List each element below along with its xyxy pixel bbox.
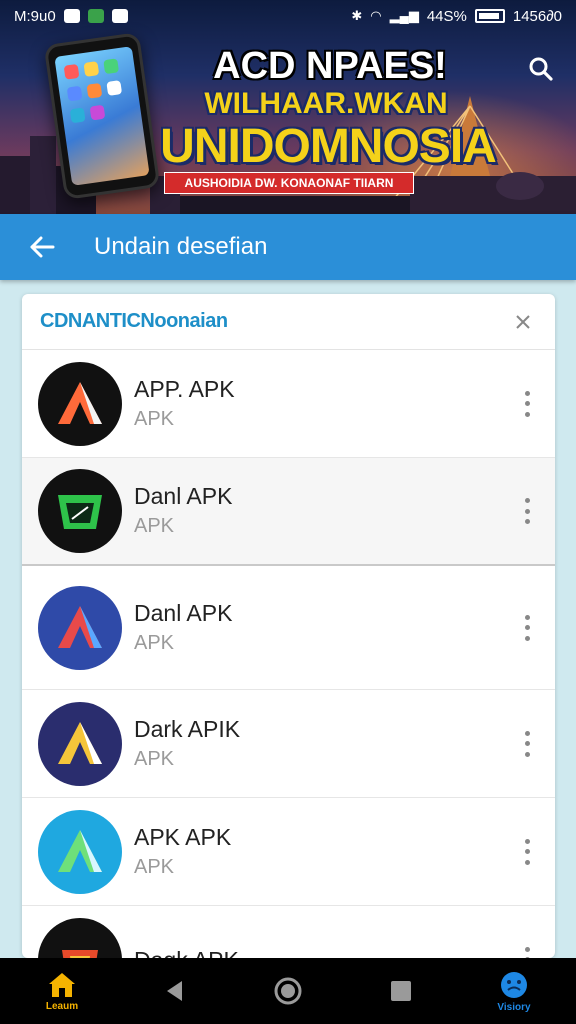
app-notification-icon [87,9,104,23]
list-item[interactable]: Dark APIK APK [22,690,555,798]
search-icon [529,57,553,81]
message-icon [111,9,128,23]
nav-recents-button[interactable] [365,961,437,1021]
more-options-button[interactable] [521,614,533,641]
wifi-icon: ◠ [370,8,382,23]
more-options-button[interactable] [521,946,533,958]
banner-main-text: UNIDOMNOSIA [160,120,497,173]
app-subtitle: APK [134,855,175,878]
battery-percent: 44S% [426,7,467,25]
back-button[interactable] [24,229,60,265]
signal-icon: ▂▄▆ [389,8,419,23]
nav-right-button[interactable]: Visiory [478,961,550,1021]
emoji-face-icon [501,971,527,998]
app-list-card: CDNANTICNoonaian APP. APK APK Danl APK A… [22,294,555,958]
list-item[interactable]: Danl APK APK [22,566,555,690]
app-subtitle: APK [134,515,175,537]
recents-square-icon [391,981,411,1001]
list-item[interactable]: Danl APK APK [22,458,555,566]
page-title: Undain desefian [94,233,268,260]
promo-banner[interactable]: M:9u0 ✱ ◠ ▂▄▆ 44S% 1456∂0 ACD NPAES! WIL… [0,0,576,216]
app-name: APP. APK [134,375,235,402]
status-time: M:9u0 [14,7,56,25]
app-name: Dark APIK [134,715,241,742]
more-options-button[interactable] [521,498,533,524]
nav-home-button[interactable]: Leaum [26,961,98,1021]
close-button[interactable] [511,310,535,334]
banner-headline: ACD NPAES! [213,45,447,87]
nav-right-label: Visiory [497,1001,531,1013]
app-name: Danl APK [134,483,233,509]
close-icon [516,314,530,329]
card-header: CDNANTICNoonaian [22,294,555,350]
home-icon [49,972,75,997]
phone-illustration [43,32,161,200]
back-triangle-icon [167,981,182,1001]
app-bar: Undain desefian [0,214,576,280]
battery-icon [474,9,505,23]
app-logo-icon [38,585,122,670]
app-logo-icon [38,917,122,958]
nav-home-circle-button[interactable] [252,961,324,1021]
app-subtitle: APK [134,407,175,430]
app-subtitle: APK [134,631,175,654]
app-logo-icon [38,701,122,786]
app-name: Danl APK [134,599,233,626]
more-options-button[interactable] [521,838,533,865]
bottom-navigation-bar: Leaum Visiory [0,958,576,1024]
notification-icon [63,9,80,23]
app-subtitle: APK [134,747,175,770]
search-button[interactable] [524,52,558,86]
more-options-button[interactable] [521,390,533,417]
status-clock: 1456∂0 [512,7,562,25]
bluetooth-icon: ✱ [351,8,363,23]
app-logo-icon [38,361,122,446]
status-bar: M:9u0 ✱ ◠ ▂▄▆ 44S% 1456∂0 [0,0,576,32]
more-options-button[interactable] [521,730,533,757]
home-circle-icon [274,977,302,1005]
app-name: Dagk APK [134,945,239,959]
back-arrow-icon [30,236,55,258]
list-item[interactable]: Dagk APK [22,906,555,958]
app-name: APK APK [134,823,232,850]
app-logo-icon [38,469,122,553]
banner-subheadline: WILHAAR.WKAN [204,87,448,120]
nav-home-label: Leaum [45,1000,79,1012]
banner-ribbon: AUSHOIDIA DW. KONAONAF TIIARN [164,172,414,194]
card-title: CDNANTICNoonaian [40,310,228,332]
nav-back-button[interactable] [139,961,211,1021]
list-item[interactable]: APP. APK APK [22,350,555,458]
app-logo-icon [38,809,122,894]
list-item[interactable]: APK APK APK [22,798,555,906]
